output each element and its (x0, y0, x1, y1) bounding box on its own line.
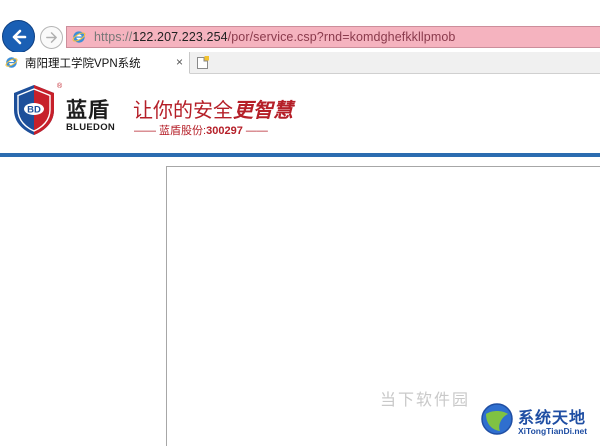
forward-arrow-icon (46, 32, 57, 43)
globe-icon (481, 403, 513, 435)
tab-strip: 南阳理工学院VPN系统 × (0, 52, 600, 74)
new-tab-icon (196, 55, 209, 69)
tab-active[interactable]: 南阳理工学院VPN系统 × (0, 52, 190, 74)
brand-name-en: BLUEDON (66, 122, 116, 133)
watermark-text: 当下软件园 (380, 392, 471, 409)
url-path: /por/service.csp?rnd=komdghefkkllpmob (227, 30, 456, 44)
tab-close-button[interactable]: × (176, 55, 183, 69)
url-scheme: https:// (94, 30, 133, 44)
left-pane (0, 157, 166, 446)
address-url[interactable]: https://122.207.223.254/por/service.csp?… (94, 30, 455, 44)
back-arrow-icon (12, 29, 26, 44)
stock-code: 300297 (206, 125, 243, 137)
bluedon-shield-logo: BD (14, 85, 54, 135)
badge-name: 系统天地 (518, 408, 587, 427)
registered-mark: ® (57, 83, 63, 90)
ie-page-icon (5, 57, 18, 68)
slogan-script: 更智慧 (233, 98, 293, 122)
forward-button[interactable] (40, 26, 63, 49)
site-header: BD ® 蓝盾 BLUEDON 让你的安全更智慧 —— 蓝盾股份:300297 … (0, 74, 600, 154)
stock-label: —— 蓝盾股份: (134, 125, 207, 137)
ie-page-icon (72, 31, 86, 43)
slogan: 让你的安全更智慧 (133, 94, 293, 123)
stock-info: —— 蓝盾股份:300297 —— (134, 122, 268, 138)
slogan-prefix: 让你的安全 (133, 98, 233, 122)
logo-letters: BD (27, 105, 41, 116)
back-button[interactable] (2, 20, 35, 53)
tab-title: 南阳理工学院VPN系统 (25, 57, 141, 70)
stock-suffix: —— (242, 125, 268, 137)
browser-toolbar: https://122.207.223.254/por/service.csp?… (0, 0, 600, 53)
brand-name-cn: 蓝盾 (66, 98, 110, 122)
site-badge: 系统天地 XiTongTianDi.net (472, 398, 600, 446)
new-tab-button[interactable] (193, 54, 211, 71)
badge-url: XiTongTianDi.net (518, 426, 588, 436)
url-host: 122.207.223.254 (132, 30, 228, 44)
address-bar[interactable]: https://122.207.223.254/por/service.csp?… (66, 26, 600, 48)
